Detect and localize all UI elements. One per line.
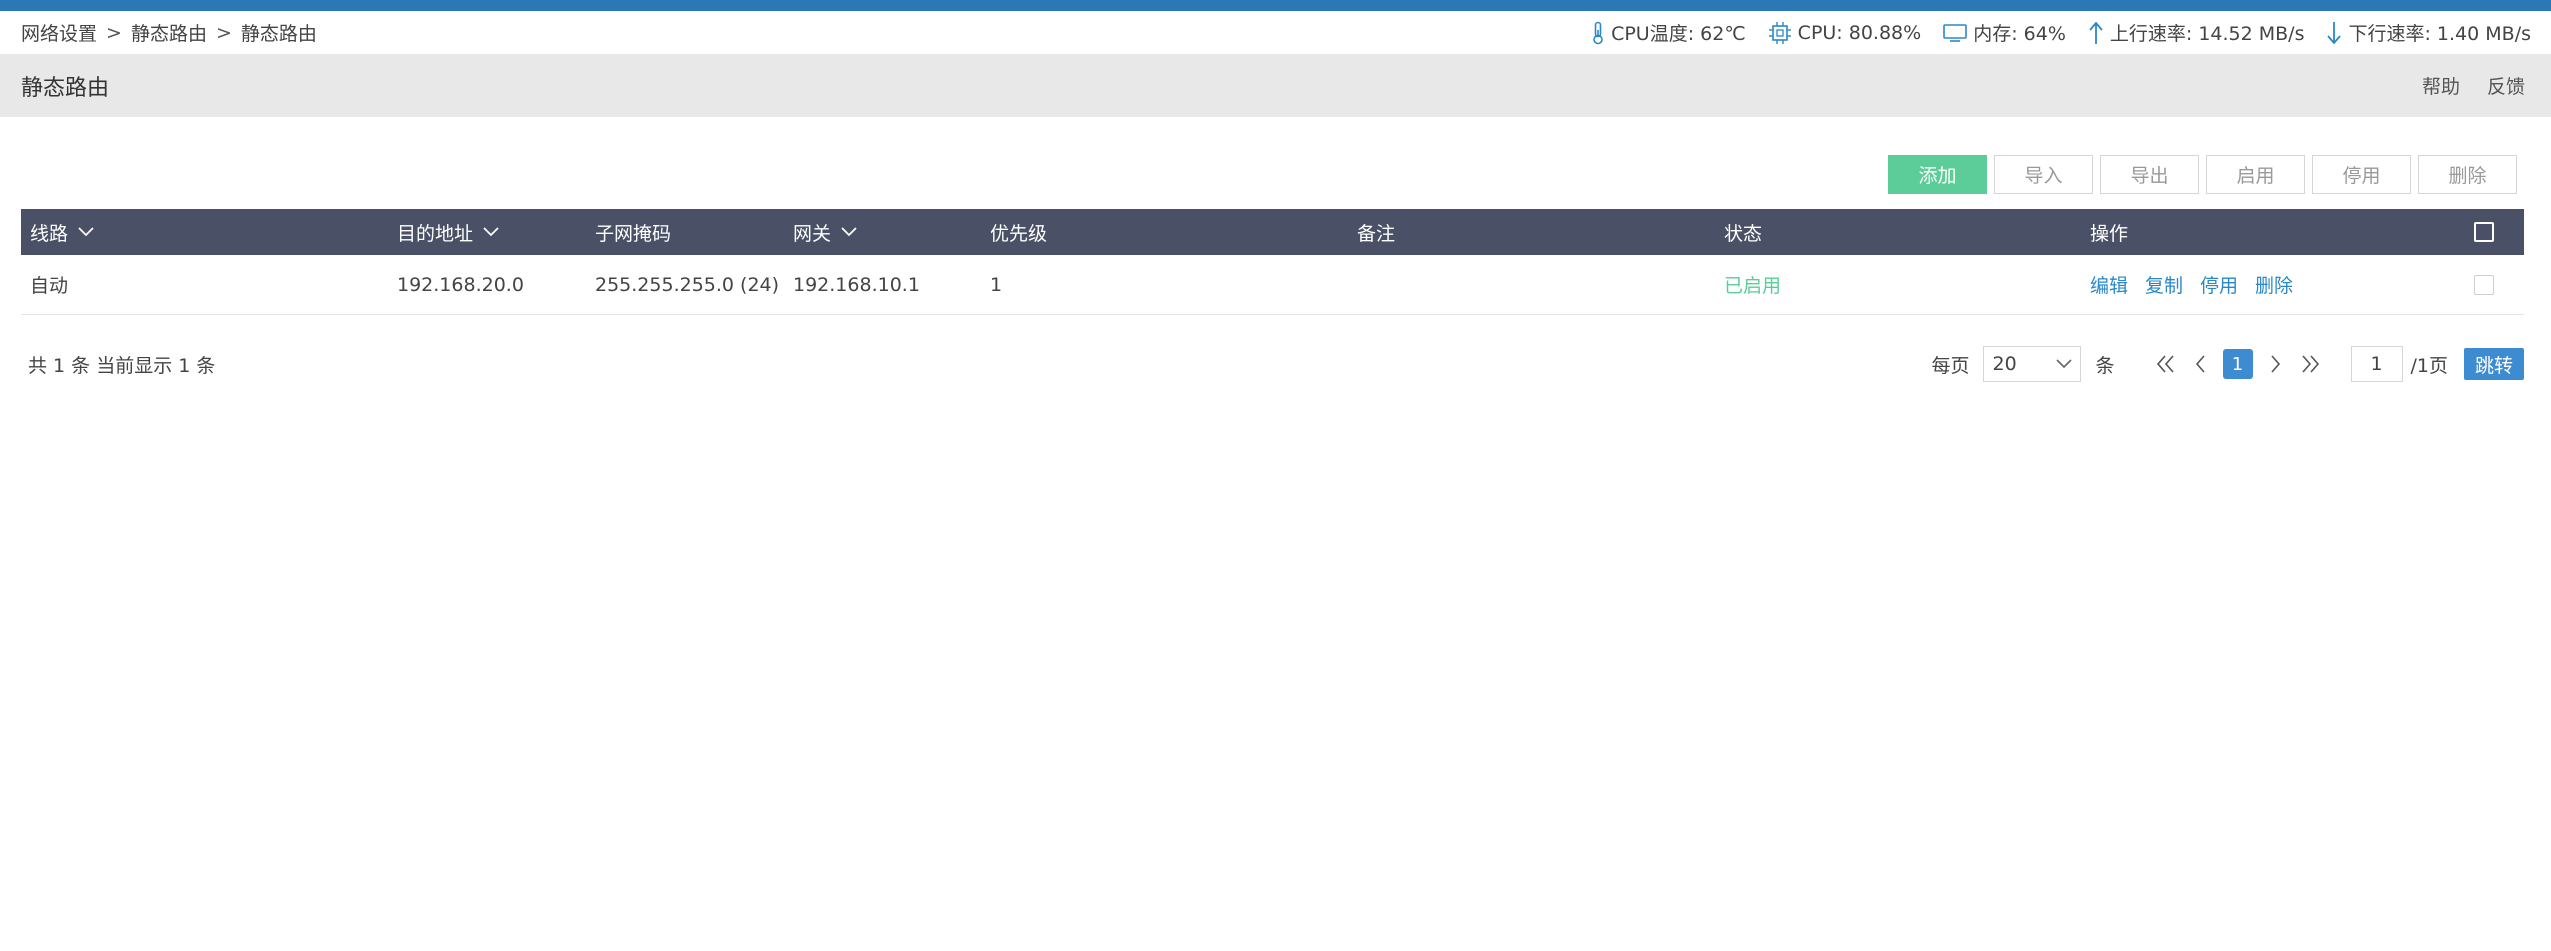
copy-link[interactable]: 复制 (2145, 271, 2183, 298)
select-all-checkbox[interactable] (2474, 222, 2494, 242)
per-page-unit: 条 (2095, 354, 2115, 377)
column-header-remark: 备注 (1357, 222, 1396, 245)
help-link[interactable]: 帮助 (2422, 72, 2460, 99)
per-page-label: 每页 (1931, 354, 1970, 377)
prev-page-button[interactable] (2187, 349, 2213, 379)
top-accent-strip (0, 0, 2551, 11)
disable-link[interactable]: 停用 (2200, 271, 2238, 298)
last-page-button[interactable] (2297, 349, 2323, 379)
static-route-table: 线路 目的地址 子网掩码 网关 优先级 备注 状态 操作 自动 192.168.… (21, 209, 2524, 315)
add-button[interactable]: 添加 (1888, 155, 1987, 194)
upload-stat: 上行速率: 14.52 MB/s (2088, 19, 2305, 46)
table-footer: 共 1 条 当前显示 1 条 每页 20 条 1 1 /1页 跳转 (21, 344, 2524, 384)
breadcrumb-separator: > (106, 21, 122, 44)
feedback-link[interactable]: 反馈 (2487, 72, 2525, 99)
cell-mask: 255.255.255.0 (24) (595, 273, 780, 296)
cell-gateway: 192.168.10.1 (793, 273, 920, 296)
double-chevron-right-icon (2301, 355, 2319, 373)
download-stat: 下行速率: 1.40 MB/s (2326, 19, 2531, 46)
column-header-line-label: 线路 (30, 222, 69, 245)
chevron-down-icon (2056, 359, 2073, 369)
disable-button[interactable]: 停用 (2312, 155, 2411, 194)
cell-priority: 1 (990, 273, 1003, 296)
download-rate-text: 下行速率: 1.40 MB/s (2348, 23, 2531, 45)
action-toolbar: 添加 导入 导出 启用 停用 删除 (1888, 155, 2517, 194)
column-header-dest-label: 目的地址 (397, 222, 474, 245)
total-pages-label: /1页 (2410, 354, 2449, 377)
cpu-temp-text: CPU温度: 62℃ (1611, 23, 1746, 45)
cpu-temp-stat: CPU温度: 62℃ (1591, 19, 1746, 46)
per-page-select[interactable]: 20 (1983, 346, 2082, 382)
cell-line: 自动 (30, 275, 69, 297)
chip-icon (1768, 21, 1791, 44)
column-header-priority: 优先级 (990, 222, 1048, 245)
next-page-button[interactable] (2263, 349, 2289, 379)
table-header: 线路 目的地址 子网掩码 网关 优先级 备注 状态 操作 (21, 209, 2524, 255)
memory-stat: 内存: 64% (1943, 19, 2066, 46)
chevron-down-icon (841, 227, 857, 237)
column-header-dest[interactable]: 目的地址 (397, 209, 499, 255)
breadcrumb-item-current: 静态路由 (240, 23, 317, 45)
upload-rate-text: 上行速率: 14.52 MB/s (2109, 23, 2305, 45)
memory-usage-text: 内存: 64% (1973, 23, 2066, 45)
title-bar: 静态路由 帮助 反馈 (0, 54, 2551, 117)
column-header-mask: 子网掩码 (595, 222, 672, 245)
status-bar: 网络设置 > 静态路由 > 静态路由 CPU温度: 62℃ CPU: 80.88… (0, 11, 2551, 54)
cell-ops: 编辑 复制 停用 删除 (2090, 255, 2310, 314)
thermometer-icon (1593, 21, 1603, 44)
page-jump-input[interactable]: 1 (2350, 346, 2403, 382)
row-checkbox[interactable] (2474, 274, 2494, 295)
breadcrumb: 网络设置 > 静态路由 > 静态路由 (21, 19, 317, 46)
arrow-up-icon (2089, 21, 2103, 44)
chevron-down-icon (483, 227, 499, 237)
pagination: 每页 20 条 1 1 /1页 跳转 (1931, 346, 2524, 382)
double-chevron-left-icon (2156, 355, 2174, 373)
cell-dest: 192.168.20.0 (397, 273, 524, 296)
first-page-button[interactable] (2153, 349, 2179, 379)
jump-button[interactable]: 跳转 (2464, 348, 2524, 380)
delete-link[interactable]: 删除 (2255, 271, 2293, 298)
chevron-down-icon (78, 227, 94, 237)
per-page-value: 20 (1992, 353, 2017, 375)
column-header-ops: 操作 (2090, 222, 2129, 245)
record-summary: 共 1 条 当前显示 1 条 (28, 354, 216, 377)
chevron-right-icon (2270, 355, 2280, 373)
cpu-stat: CPU: 80.88% (1768, 21, 1922, 44)
status-badge: 已启用 (1724, 275, 1782, 297)
arrow-down-icon (2327, 21, 2342, 44)
delete-button[interactable]: 删除 (2418, 155, 2517, 194)
column-header-gateway[interactable]: 网关 (793, 209, 857, 255)
monitor-icon (1943, 23, 1968, 42)
enable-button[interactable]: 启用 (2206, 155, 2305, 194)
system-stats: CPU温度: 62℃ CPU: 80.88% 内存: 64% 上行速率: 14.… (1569, 19, 2531, 46)
page-title: 静态路由 (21, 75, 110, 101)
select-all-checkbox-cell (2474, 209, 2494, 255)
breadcrumb-item-static-route[interactable]: 静态路由 (131, 19, 207, 46)
column-header-line[interactable]: 线路 (30, 209, 94, 255)
title-links: 帮助 反馈 (2395, 72, 2525, 99)
column-header-status: 状态 (1724, 222, 1763, 245)
export-button[interactable]: 导出 (2100, 155, 2199, 194)
breadcrumb-separator: > (215, 21, 232, 44)
breadcrumb-item-network-settings[interactable]: 网络设置 (21, 19, 97, 46)
table-row: 自动 192.168.20.0 255.255.255.0 (24) 192.1… (21, 255, 2524, 315)
column-header-gateway-label: 网关 (793, 222, 832, 245)
page-number-1[interactable]: 1 (2222, 349, 2253, 379)
row-checkbox-cell (2474, 255, 2494, 314)
import-button[interactable]: 导入 (1994, 155, 2093, 194)
edit-link[interactable]: 编辑 (2090, 271, 2128, 298)
chevron-left-icon (2195, 355, 2205, 373)
cpu-usage-text: CPU: 80.88% (1797, 21, 1922, 44)
